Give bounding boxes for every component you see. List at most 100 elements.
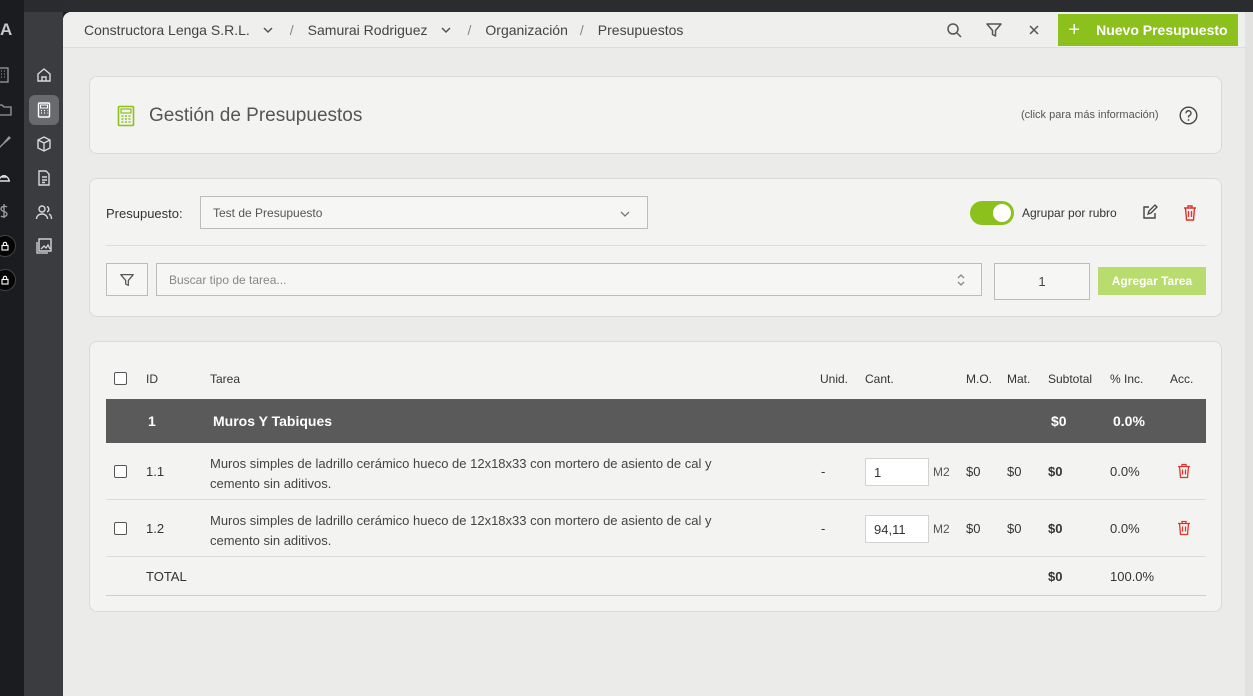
brush-icon[interactable]	[0, 135, 12, 151]
breadcrumb-company[interactable]: Constructora Lenga S.R.L.	[84, 22, 250, 38]
filter-icon[interactable]	[985, 21, 1003, 39]
select-all-checkbox[interactable]	[114, 372, 127, 385]
left-edge-strip: A	[0, 0, 24, 696]
info-link[interactable]: (click para más información)	[1021, 109, 1159, 121]
total-incidence: 100.0%	[1110, 569, 1155, 584]
row-quantity-unit: M2	[933, 465, 950, 479]
tasks-table-card: ID Tarea Unid. Cant. M.O. Mat. Subtotal …	[89, 341, 1222, 612]
hardhat-icon[interactable]	[0, 169, 12, 185]
chevron-down-icon[interactable]	[262, 24, 274, 36]
total-row: TOTAL $0 100.0%	[106, 558, 1206, 596]
budget-controls-card: Presupuesto: Test de Presupuesto Agrupar…	[89, 178, 1222, 317]
total-label: TOTAL	[146, 569, 187, 584]
row-labor: $0	[966, 464, 981, 479]
table-row: 1.1 Muros simples de ladrillo cerámico h…	[106, 443, 1206, 500]
building-icon[interactable]	[0, 67, 12, 83]
new-budget-label: Nuevo Presupuesto	[1096, 22, 1228, 38]
row-subtotal: $0	[1048, 464, 1063, 479]
row-quantity-input[interactable]: 1	[865, 458, 929, 486]
sidebar-item-users[interactable]	[29, 197, 59, 227]
users-icon	[35, 205, 53, 220]
row-checkbox[interactable]	[114, 465, 127, 478]
row-checkbox[interactable]	[114, 522, 127, 535]
task-filter-button[interactable]	[106, 263, 148, 296]
quantity-input[interactable]: 1	[994, 263, 1090, 300]
row-quantity-input[interactable]: 94,11	[865, 515, 929, 543]
folder-icon[interactable]	[0, 101, 12, 117]
row-id: 1.1	[146, 464, 165, 479]
row-quantity-unit: M2	[933, 522, 950, 536]
top-chrome	[63, 0, 1253, 12]
task-type-search-placeholder: Buscar tipo de tarea...	[169, 272, 287, 287]
col-unit: Unid.	[820, 372, 849, 386]
chevron-down-icon	[620, 211, 630, 217]
filter-icon	[120, 273, 134, 286]
breadcrumb: Constructora Lenga S.R.L. / Samurai Rodr…	[84, 22, 684, 38]
trash-icon[interactable]	[1182, 204, 1198, 221]
sidebar	[24, 0, 63, 696]
row-id: 1.2	[146, 521, 165, 536]
budget-select[interactable]: Test de Presupuesto	[200, 196, 648, 229]
sidebar-item-gallery[interactable]	[29, 231, 59, 261]
chevron-down-icon[interactable]	[440, 24, 452, 36]
row-incidence: 0.0%	[1110, 464, 1140, 479]
row-unit: -	[821, 464, 826, 479]
dollar-icon[interactable]	[0, 203, 12, 219]
box-icon	[37, 136, 51, 152]
trash-icon[interactable]	[1177, 463, 1191, 479]
add-task-button[interactable]: Agregar Tarea	[1098, 267, 1206, 295]
search-icon[interactable]	[945, 21, 963, 39]
plus-icon: +	[1068, 19, 1081, 41]
group-name: Muros Y Tabiques	[213, 413, 333, 429]
trash-icon[interactable]	[1177, 520, 1191, 536]
lock-icon[interactable]	[0, 235, 16, 257]
breadcrumb-user[interactable]: Samurai Rodriguez	[308, 22, 428, 38]
edit-icon[interactable]	[1142, 204, 1158, 220]
col-qty: Cant.	[865, 372, 894, 386]
sidebar-item-documents[interactable]	[29, 163, 59, 193]
close-icon[interactable]	[1025, 21, 1043, 39]
group-incidence: 0.0%	[1113, 413, 1145, 429]
col-materials: Mat.	[1007, 372, 1031, 386]
row-task: Muros simples de ladrillo cerámico hueco…	[210, 513, 712, 548]
breadcrumb-current: Presupuestos	[597, 22, 684, 38]
row-materials: $0	[1007, 464, 1022, 479]
home-icon	[37, 68, 51, 82]
col-incidence: % Inc.	[1110, 372, 1144, 386]
main-content: Constructora Lenga S.R.L. / Samurai Rodr…	[63, 12, 1253, 696]
title-card: Gestión de Presupuestos (click para más …	[89, 76, 1222, 154]
sort-icon	[957, 274, 965, 286]
row-unit: -	[821, 521, 826, 536]
row-materials: $0	[1007, 521, 1022, 536]
page-title: Gestión de Presupuestos	[149, 105, 363, 126]
app-logo: A	[0, 20, 13, 39]
gallery-icon	[36, 238, 52, 254]
new-budget-button[interactable]: + Nuevo Presupuesto	[1058, 14, 1238, 46]
calculator-icon	[37, 102, 51, 118]
row-subtotal: $0	[1048, 521, 1063, 536]
total-subtotal: $0	[1048, 569, 1063, 584]
calculator-icon	[117, 105, 135, 127]
sidebar-item-materials[interactable]	[29, 129, 59, 159]
group-by-toggle[interactable]	[970, 201, 1014, 225]
row-incidence: 0.0%	[1110, 521, 1140, 536]
task-type-search[interactable]: Buscar tipo de tarea...	[156, 263, 982, 296]
help-icon[interactable]	[1179, 106, 1198, 125]
lock-icon[interactable]	[0, 269, 16, 291]
top-header: Constructora Lenga S.R.L. / Samurai Rodr…	[63, 12, 1245, 48]
budget-label: Presupuesto:	[106, 206, 183, 221]
sidebar-item-home[interactable]	[29, 60, 59, 90]
group-subtotal: $0	[1051, 413, 1067, 429]
breadcrumb-organization[interactable]: Organización	[485, 22, 568, 38]
sidebar-item-budgets[interactable]	[29, 95, 59, 125]
col-subtotal: Subtotal	[1048, 372, 1093, 386]
budget-select-value: Test de Presupuesto	[213, 205, 323, 220]
col-task: Tarea	[210, 372, 241, 386]
document-icon	[38, 170, 50, 186]
group-row: 1 Muros Y Tabiques $0 0.0%	[106, 399, 1206, 443]
row-task: Muros simples de ladrillo cerámico hueco…	[210, 456, 712, 491]
col-actions: Acc.	[1170, 372, 1194, 386]
col-id: ID	[146, 372, 158, 386]
table-row: 1.2 Muros simples de ladrillo cerámico h…	[106, 500, 1206, 557]
row-labor: $0	[966, 521, 981, 536]
